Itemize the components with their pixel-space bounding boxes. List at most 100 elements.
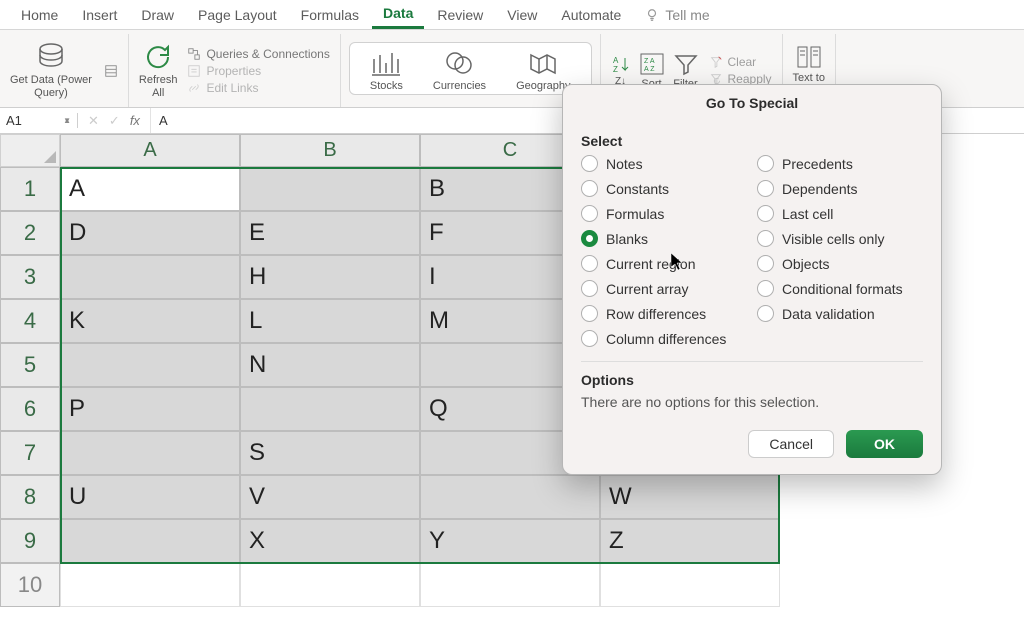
cell-B3[interactable]: H: [240, 255, 420, 299]
mini-icon[interactable]: [104, 64, 118, 78]
row-head-1[interactable]: 1: [0, 167, 60, 211]
cell-A7[interactable]: [60, 431, 240, 475]
ribbon-tabs: Home Insert Draw Page Layout Formulas Da…: [0, 0, 1024, 30]
cell-A4[interactable]: K: [60, 299, 240, 343]
tab-pagelayout[interactable]: Page Layout: [187, 2, 288, 28]
tab-insert[interactable]: Insert: [71, 2, 128, 28]
cell-B5[interactable]: N: [240, 343, 420, 387]
radio-button-icon: [757, 305, 774, 322]
radio-visible-cells-only[interactable]: Visible cells only: [757, 230, 923, 247]
cell-B9[interactable]: X: [240, 519, 420, 563]
cell-A2[interactable]: D: [60, 211, 240, 255]
clear-filter: Clear: [709, 55, 772, 69]
tell-me-label: Tell me: [665, 7, 709, 23]
radio-blanks[interactable]: Blanks: [581, 230, 747, 247]
radio-precedents[interactable]: Precedents: [757, 155, 923, 172]
enter-formula-icon[interactable]: ✓: [109, 113, 120, 129]
row-head-4[interactable]: 4: [0, 299, 60, 343]
cell-A9[interactable]: [60, 519, 240, 563]
cell-A10[interactable]: [60, 563, 240, 607]
ok-button[interactable]: OK: [846, 430, 923, 458]
options-text: There are no options for this selection.: [581, 394, 923, 410]
row-head-2[interactable]: 2: [0, 211, 60, 255]
fx-icon[interactable]: fx: [130, 113, 140, 128]
row-head-7[interactable]: 7: [0, 431, 60, 475]
cell-D10[interactable]: [600, 563, 780, 607]
radio-label: Objects: [782, 256, 829, 272]
radio-column-differences[interactable]: Column differences: [581, 330, 747, 347]
stocks-type[interactable]: Stocks: [370, 49, 403, 93]
cell-A8[interactable]: U: [60, 475, 240, 519]
row-head-3[interactable]: 3: [0, 255, 60, 299]
tab-draw[interactable]: Draw: [130, 2, 185, 28]
dialog-title: Go To Special: [563, 85, 941, 117]
cell-B6[interactable]: [240, 387, 420, 431]
tab-automate[interactable]: Automate: [550, 2, 632, 28]
refresh-icon: [142, 41, 174, 73]
tell-me[interactable]: Tell me: [634, 2, 720, 28]
cell-B4[interactable]: L: [240, 299, 420, 343]
radio-button-icon: [757, 280, 774, 297]
radio-button-icon: [757, 205, 774, 222]
cell-C8[interactable]: [420, 475, 600, 519]
radio-button-icon: [581, 230, 598, 247]
radio-notes[interactable]: Notes: [581, 155, 747, 172]
connections-icon: [187, 47, 201, 61]
geography-icon: [527, 49, 559, 77]
filter-icon: [673, 51, 699, 77]
radio-objects[interactable]: Objects: [757, 255, 923, 272]
tab-formulas[interactable]: Formulas: [290, 2, 370, 28]
row-head-6[interactable]: 6: [0, 387, 60, 431]
cancel-button[interactable]: Cancel: [748, 430, 834, 458]
radio-last-cell[interactable]: Last cell: [757, 205, 923, 222]
radio-row-differences[interactable]: Row differences: [581, 305, 747, 322]
col-head-B[interactable]: B: [240, 134, 420, 167]
radio-constants[interactable]: Constants: [581, 180, 747, 197]
row-head-8[interactable]: 8: [0, 475, 60, 519]
cell-B10[interactable]: [240, 563, 420, 607]
radio-current-array[interactable]: Current array: [581, 280, 747, 297]
cell-D8[interactable]: W: [600, 475, 780, 519]
row-head-10[interactable]: 10: [0, 563, 60, 607]
currencies-type[interactable]: Currencies: [433, 49, 486, 93]
sort-az[interactable]: AZ Z↓: [611, 54, 631, 88]
cell-B7[interactable]: S: [240, 431, 420, 475]
tab-review[interactable]: Review: [426, 2, 494, 28]
get-data-button[interactable]: Get Data (Power Query): [10, 41, 92, 99]
cell-C10[interactable]: [420, 563, 600, 607]
tab-home[interactable]: Home: [10, 2, 69, 28]
col-head-A[interactable]: A: [60, 134, 240, 167]
cell-C9[interactable]: Y: [420, 519, 600, 563]
tab-data[interactable]: Data: [372, 0, 424, 29]
name-box[interactable]: A1 ▲▼: [0, 113, 78, 128]
cell-A6[interactable]: P: [60, 387, 240, 431]
radio-label: Formulas: [606, 206, 664, 222]
cell-A1[interactable]: A: [60, 167, 240, 211]
get-data-icon: [35, 41, 67, 73]
radio-label: Row differences: [606, 306, 706, 322]
radio-data-validation[interactable]: Data validation: [757, 305, 923, 322]
select-all-corner[interactable]: [0, 134, 60, 167]
row-head-9[interactable]: 9: [0, 519, 60, 563]
cell-A5[interactable]: [60, 343, 240, 387]
radio-formulas[interactable]: Formulas: [581, 205, 747, 222]
refresh-all-button[interactable]: Refresh All: [139, 41, 178, 99]
cell-B8[interactable]: V: [240, 475, 420, 519]
radio-button-icon: [581, 280, 598, 297]
cell-B1[interactable]: [240, 167, 420, 211]
radio-label: Precedents: [782, 156, 853, 172]
row-head-5[interactable]: 5: [0, 343, 60, 387]
cell-A3[interactable]: [60, 255, 240, 299]
cell-B2[interactable]: E: [240, 211, 420, 255]
radio-current-region[interactable]: Current region: [581, 255, 747, 272]
tab-view[interactable]: View: [496, 2, 548, 28]
radio-conditional-formats[interactable]: Conditional formats: [757, 280, 923, 297]
cell-D9[interactable]: Z: [600, 519, 780, 563]
queries-connections[interactable]: Queries & Connections: [187, 47, 329, 61]
sub-icons: [104, 64, 118, 78]
radio-button-icon: [757, 255, 774, 272]
cancel-formula-icon[interactable]: ✕: [88, 113, 99, 129]
radio-dependents[interactable]: Dependents: [757, 180, 923, 197]
data-types-gallery[interactable]: Stocks Currencies Geography: [349, 42, 592, 96]
properties: Properties: [187, 64, 329, 78]
